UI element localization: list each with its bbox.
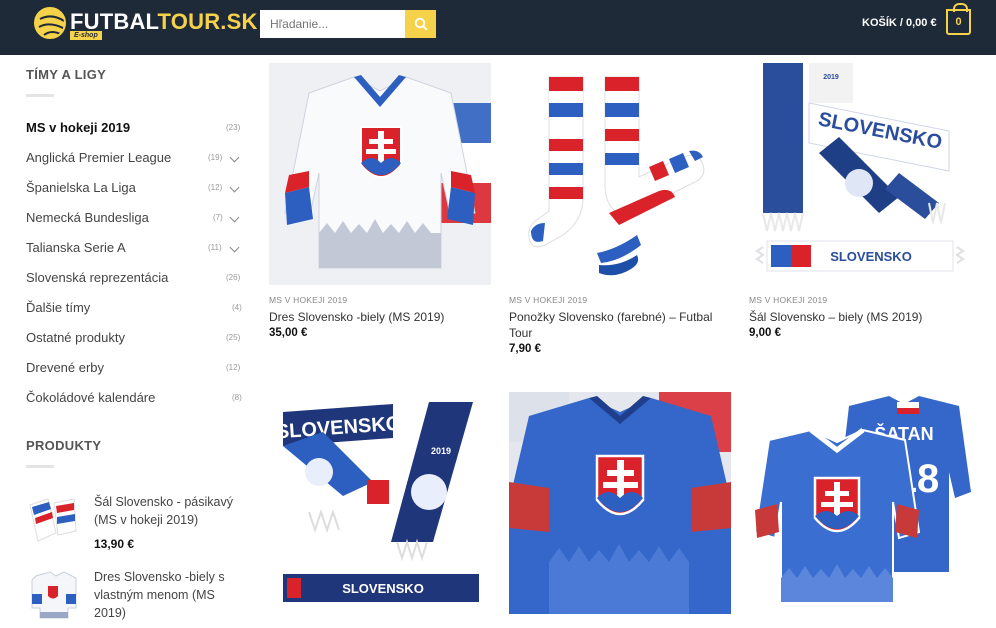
category-label: Talianska Serie A <box>26 240 126 255</box>
cart-link[interactable]: KOŠÍK / 0,00 € <box>862 17 937 29</box>
product-name[interactable]: Ponožky Slovensko (farebné) – Futbal Tou… <box>509 309 724 341</box>
football-icon <box>34 7 66 39</box>
product-category[interactable]: MS V HOKEJI 2019 <box>749 295 827 305</box>
search-button[interactable] <box>405 10 436 38</box>
category-count: (19) <box>208 153 223 162</box>
category-count: (26) <box>226 273 241 282</box>
product-name[interactable]: Dres Slovensko -biely (MS 2019) <box>269 309 484 325</box>
category-count: (7) <box>213 213 223 222</box>
search-input[interactable] <box>260 10 405 38</box>
category-count: (23) <box>226 123 241 132</box>
category-label: Ďalšie tímy <box>26 300 91 315</box>
category-count: (12) <box>226 363 241 372</box>
product-image[interactable]: ŠATAN 18 <box>749 392 971 614</box>
category-label: Čokoládové kalendáre <box>26 390 156 405</box>
chevron-down-icon[interactable] <box>229 152 240 163</box>
product-image[interactable] <box>269 63 491 285</box>
product-card: MS V HOKEJI 2019 Ponožky Slovensko (fare… <box>509 63 731 363</box>
category-label: MS v hokeji 2019 <box>26 120 131 135</box>
cart-bag-icon[interactable]: 0 <box>946 3 971 35</box>
product-card: ŠATAN 18 <box>749 392 971 625</box>
category-item-cokoladove-kalendare[interactable]: Čokoládové kalendáre (8) <box>26 383 244 413</box>
category-count: (12) <box>208 183 223 192</box>
category-label: Anglická Premier League <box>26 150 172 165</box>
product-card: SLOVENSKO 2019 SLOVENSKO <box>269 392 491 625</box>
site-header: FUTBALTOUR.SK E-shop KOŠÍK / 0,00 € 0 <box>0 0 996 55</box>
category-list: MS v hokeji 2019 (23) Anglická Premier L… <box>26 113 244 413</box>
product-thumbnail[interactable] <box>26 568 80 622</box>
search-icon <box>414 17 428 31</box>
scarf-bottom-text: SLOVENSKO <box>342 581 424 596</box>
widget-title-categories: TÍMY A LIGY <box>26 67 107 82</box>
category-item-ms-hokej[interactable]: MS v hokeji 2019 (23) <box>26 113 244 143</box>
category-label: Drevené erby <box>26 360 105 375</box>
category-label: Slovenská reprezentácia <box>26 270 169 285</box>
sidebar-product-name[interactable]: Dres Slovensko -biely s vlastným menom (… <box>94 568 244 622</box>
product-image[interactable] <box>509 392 731 614</box>
product-card: 2019 SLOVENSKO SLOVENSKO MS V HOKEJI 201… <box>749 63 971 363</box>
product-name[interactable]: Šál Slovensko – biely (MS 2019) <box>749 309 964 325</box>
category-item-premier-league[interactable]: Anglická Premier League (19) <box>26 143 244 173</box>
scarf-bottom-text: SLOVENSKO <box>830 249 912 264</box>
product-card: MS V HOKEJI 2019 Dres Slovensko -biely (… <box>269 63 491 363</box>
sidebar-product-item[interactable]: Dres Slovensko -biely s vlastným menom (… <box>26 568 244 628</box>
product-image[interactable]: 2019 SLOVENSKO SLOVENSKO <box>749 63 971 285</box>
category-item-serie-a[interactable]: Talianska Serie A (11) <box>26 233 244 263</box>
products-widget: PRODUKTY Šál Slovensko - pásikavý (MS v … <box>26 438 244 622</box>
category-count: (8) <box>232 393 242 402</box>
divider <box>26 94 54 97</box>
product-price: 7,90 € <box>509 343 541 355</box>
product-image[interactable] <box>509 63 731 285</box>
product-price: 9,00 € <box>749 327 781 339</box>
scarf-year-text: 2019 <box>823 74 839 81</box>
sidebar-product-price: 13,90 € <box>94 537 135 551</box>
search-form <box>260 10 436 38</box>
sidebar-product-item[interactable]: Šál Slovensko - pásikavý (MS v hokeji 20… <box>26 493 244 553</box>
category-count: (11) <box>208 243 222 252</box>
product-price: 35,00 € <box>269 327 308 339</box>
chevron-down-icon[interactable] <box>229 182 240 193</box>
product-thumbnail[interactable] <box>26 493 80 547</box>
category-item-bundesliga[interactable]: Nemecká Bundesliga (7) <box>26 203 244 233</box>
logo-subtitle: E-shop <box>70 31 102 40</box>
category-count: (4) <box>232 303 242 312</box>
widget-title-products: PRODUKTY <box>26 438 102 453</box>
chevron-down-icon[interactable] <box>229 212 240 223</box>
categories-widget: TÍMY A LIGY <box>26 67 244 97</box>
product-category[interactable]: MS V HOKEJI 2019 <box>509 295 587 305</box>
category-item-slovenska-reprezentacia[interactable]: Slovenská reprezentácia (26) <box>26 263 244 293</box>
product-image[interactable]: SLOVENSKO 2019 SLOVENSKO <box>269 392 491 614</box>
category-item-ostatne-produkty[interactable]: Ostatné produkty (25) <box>26 323 244 353</box>
divider <box>26 465 54 468</box>
category-label: Španielska La Liga <box>26 180 136 195</box>
scarf-year-text: 2019 <box>431 446 451 456</box>
product-card <box>509 392 731 625</box>
category-item-la-liga[interactable]: Španielska La Liga (12) <box>26 173 244 203</box>
category-label: Nemecká Bundesliga <box>26 210 149 225</box>
category-item-drevene-erby[interactable]: Drevené erby (12) <box>26 353 244 383</box>
site-logo[interactable]: FUTBALTOUR.SK E-shop <box>34 6 257 42</box>
category-item-dalsie-timy[interactable]: Ďalšie tímy (4) <box>26 293 244 323</box>
chevron-down-icon[interactable] <box>229 242 240 253</box>
sidebar-product-name[interactable]: Šál Slovensko - pásikavý (MS v hokeji 20… <box>94 493 244 529</box>
product-category[interactable]: MS V HOKEJI 2019 <box>269 295 347 305</box>
category-label: Ostatné produkty <box>26 330 125 345</box>
category-count: (25) <box>226 333 241 342</box>
